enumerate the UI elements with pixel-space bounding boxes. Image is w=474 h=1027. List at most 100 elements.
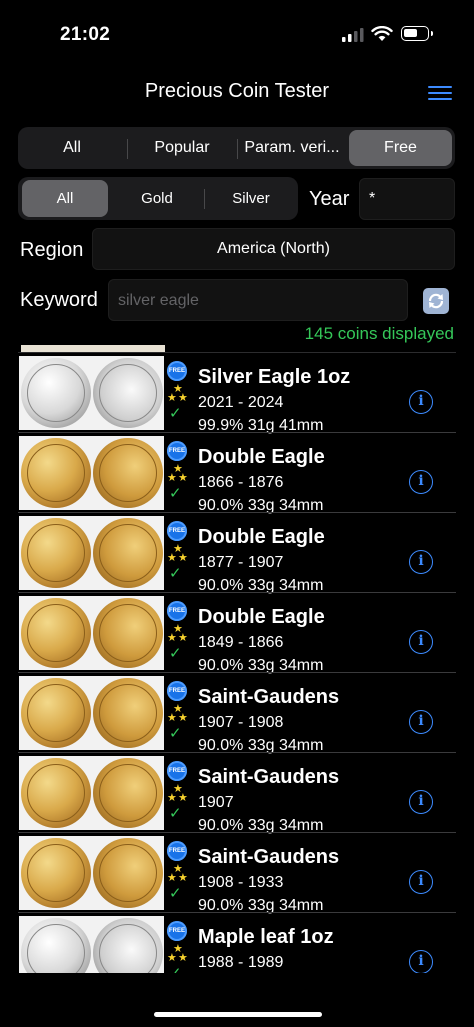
coin-thumbnail (19, 596, 164, 670)
free-badge-icon: FREE (167, 761, 187, 781)
popular-stars-icon: ★ ★ ★ (167, 783, 188, 804)
coin-years: 1849 - 1866 (198, 634, 284, 651)
coin-reverse-image (93, 438, 163, 508)
home-indicator (154, 1012, 322, 1017)
wifi-icon (371, 26, 393, 41)
region-select[interactable]: America (North) (92, 228, 455, 270)
coin-reverse-image (93, 918, 163, 973)
coin-years: 1866 - 1876 (198, 474, 284, 491)
segment-divider (127, 139, 128, 159)
coin-title: Silver Eagle 1oz (198, 366, 351, 388)
status-time: 21:02 (60, 24, 111, 45)
verified-check-icon: ✓ (169, 565, 182, 582)
coin-years: 1988 - 1989 (198, 954, 284, 971)
tab-all[interactable]: All (21, 130, 123, 166)
year-value: * (369, 190, 376, 207)
info-button-icon[interactable]: i (409, 550, 433, 574)
popular-stars-icon: ★ ★ ★ (167, 383, 188, 404)
coin-reverse-image (93, 838, 163, 908)
popular-stars-icon: ★ ★ ★ (167, 703, 188, 724)
coin-list-item[interactable]: FREE ★ ★ ★ ✓ Saint-Gaudens 1907 90.0% 33g … (18, 753, 456, 834)
coin-title: Double Eagle (198, 526, 325, 548)
battery-icon (401, 26, 433, 41)
free-badge-icon: FREE (167, 441, 187, 461)
info-button-icon[interactable]: i (409, 630, 433, 654)
coin-thumbnail (19, 836, 164, 910)
coin-list-item[interactable]: FREE ★ ★ ★ ✓ Double Eagle 1866 - 1876 90.0… (18, 433, 456, 514)
year-field[interactable]: * (359, 178, 455, 220)
coin-obverse-image (21, 358, 91, 428)
coin-years: 1907 (198, 794, 234, 811)
popular-stars-icon: ★ ★ ★ (167, 623, 188, 644)
info-button-icon[interactable]: i (409, 390, 433, 414)
free-badge-icon: FREE (167, 921, 187, 941)
free-badge-icon: FREE (167, 361, 187, 381)
verified-check-icon: ✓ (169, 725, 182, 742)
coin-thumbnail (19, 436, 164, 510)
coin-list-item[interactable]: FREE ★★★ ✓ Maple leaf 1oz 1988 - 1989 10… (18, 913, 456, 973)
metal-tab-all[interactable]: All (22, 180, 108, 217)
coin-thumbnail (19, 916, 164, 973)
coin-obverse-image (21, 438, 91, 508)
coin-list-item[interactable]: FREE ★ ★ ★ ✓ Double Eagle 1849 - 1866 90.0… (18, 593, 456, 674)
status-bar: 21:02 (0, 0, 474, 70)
free-badge-icon: FREE (167, 681, 187, 701)
verified-check-icon: ✓ (169, 645, 182, 662)
coin-obverse-image (21, 758, 91, 828)
info-button-icon[interactable]: i (409, 950, 433, 973)
info-button-icon[interactable]: i (409, 870, 433, 894)
coin-list-item[interactable]: FREE ★ ★ ★ ✓ Double Eagle 1877 - 1907 90.0… (18, 513, 456, 594)
keyword-label: Keyword (20, 289, 98, 311)
refresh-icon (428, 293, 444, 309)
refresh-button[interactable] (423, 288, 449, 314)
tab-free[interactable]: Free (349, 130, 452, 166)
keyword-search-input[interactable]: silver eagle (108, 279, 408, 321)
verified-check-icon: ✓ (169, 885, 182, 902)
free-badge-icon: FREE (167, 521, 187, 541)
coin-list[interactable]: FREE ★ ★ ★ ✓ Silver Eagle 1oz 2021 - 2024 … (18, 345, 456, 973)
coin-list-item[interactable]: FREE ★ ★ ★ ✓ Silver Eagle 1oz 2021 - 2024 … (18, 353, 456, 434)
metal-tab-gold[interactable]: Gold (114, 180, 200, 217)
coin-list-item[interactable]: FREE ★ ★ ★ ✓ Saint-Gaudens 1908 - 1933 90.… (18, 833, 456, 914)
popular-stars-icon: ★ ★ ★ (167, 863, 188, 884)
segment-divider (237, 139, 238, 159)
verified-check-icon: ✓ (169, 405, 182, 422)
tab-popular[interactable]: Popular (131, 130, 233, 166)
coin-thumbnail (19, 516, 164, 590)
coin-reverse-image (93, 678, 163, 748)
coin-reverse-image (93, 518, 163, 588)
coin-list-item[interactable]: FREE ★ ★ ★ ✓ Saint-Gaudens 1907 - 1908 90.… (18, 673, 456, 754)
coin-obverse-image (21, 918, 91, 973)
coin-years: 1908 - 1933 (198, 874, 284, 891)
app-title: Precious Coin Tester (144, 80, 330, 102)
free-badge-icon: FREE (167, 841, 187, 861)
tab-param-verified[interactable]: Param. veri... (241, 130, 343, 166)
coin-years: 1877 - 1907 (198, 554, 284, 571)
coin-obverse-image (21, 838, 91, 908)
verified-check-icon: ✓ (169, 805, 182, 822)
coin-title: Double Eagle (198, 606, 325, 628)
free-badge-icon: FREE (167, 601, 187, 621)
keyword-placeholder: silver eagle (118, 292, 199, 309)
metal-tab-silver[interactable]: Silver (208, 180, 294, 217)
info-button-icon[interactable]: i (409, 470, 433, 494)
metal-segmented-control: All Gold Silver (18, 177, 298, 220)
info-button-icon[interactable]: i (409, 710, 433, 734)
coin-reverse-image (93, 598, 163, 668)
filter-segmented-control: All Popular Param. veri... Free (18, 127, 455, 169)
coin-thumbnail (19, 756, 164, 830)
info-button-icon[interactable]: i (409, 790, 433, 814)
verified-check-icon: ✓ (169, 966, 182, 974)
popular-stars-icon: ★ ★ ★ (167, 543, 188, 564)
hamburger-menu-icon[interactable] (428, 82, 452, 102)
coin-thumbnail (19, 676, 164, 750)
coin-thumbnail (19, 356, 164, 430)
popular-stars-icon: ★ ★ ★ (167, 463, 188, 484)
region-value: America (North) (217, 240, 330, 257)
coins-count-label: 145 coins displayed (304, 324, 454, 343)
coin-title: Maple leaf 1oz (198, 926, 334, 948)
coin-title: Saint-Gaudens (198, 686, 340, 708)
coin-title: Double Eagle (198, 446, 325, 468)
region-label: Region (20, 239, 84, 261)
coin-obverse-image (21, 598, 91, 668)
